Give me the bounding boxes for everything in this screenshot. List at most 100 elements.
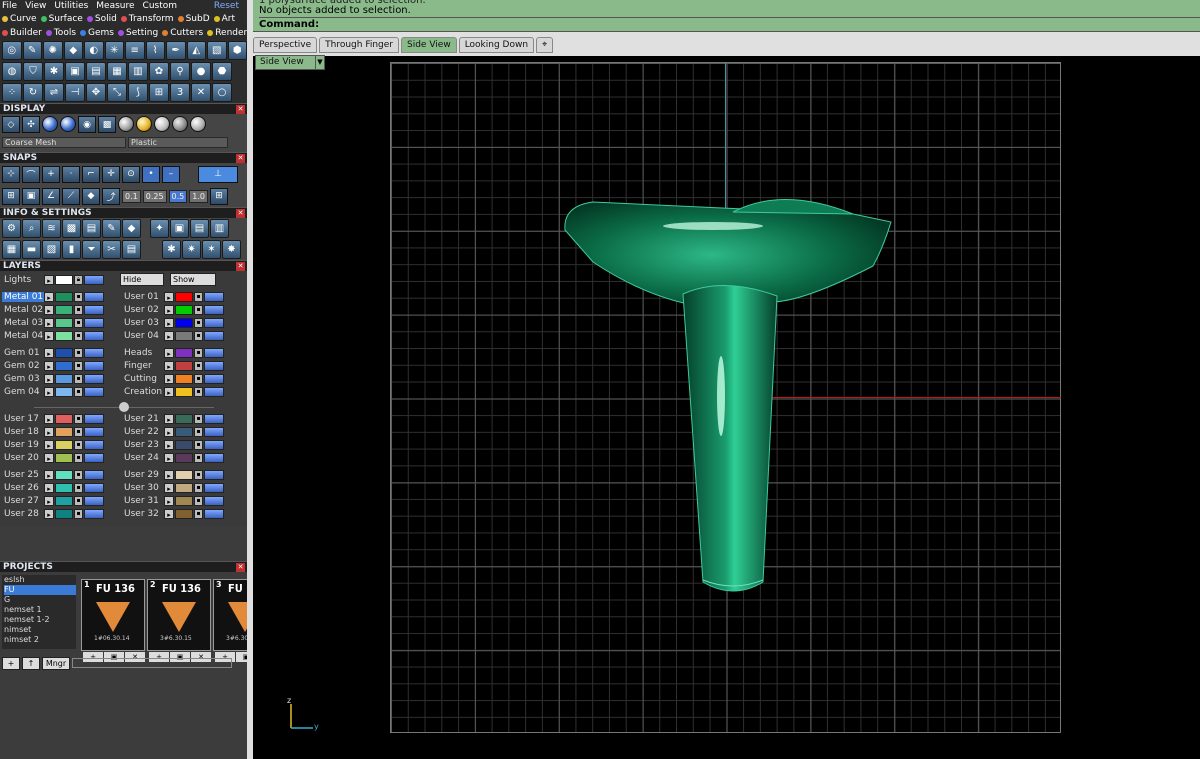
layer-arrow-icon[interactable]: ▸ (44, 304, 54, 315)
lock-icon[interactable]: ▪ (194, 495, 203, 506)
layer-visibility-toggle[interactable] (84, 360, 104, 371)
layer-row[interactable]: Gem 01 ▸ ▪ (2, 346, 122, 359)
command-prompt[interactable]: Command: (259, 17, 1200, 30)
layer-row[interactable]: User 27 ▸ ▪ (2, 494, 122, 507)
layer-visibility-toggle[interactable] (204, 291, 224, 302)
layers-icon[interactable]: ≋ (42, 219, 61, 238)
layer-swatch[interactable] (175, 452, 193, 463)
project-list-item[interactable]: nemset 1-2 (4, 615, 76, 625)
rotate-icon[interactable]: ↻ (23, 83, 43, 102)
project-slider[interactable] (72, 658, 232, 668)
material-ball-3-icon[interactable] (154, 116, 170, 132)
lock-icon[interactable]: ▪ (194, 508, 203, 519)
shape-icon[interactable]: ◐ (84, 41, 104, 60)
tab-cutters[interactable]: Cutters (162, 28, 203, 38)
menu-measure[interactable]: Measure (96, 1, 134, 11)
project-thumbnail[interactable]: 1 FU 136 1#06.30.14 (81, 579, 145, 651)
lock-icon[interactable]: ▪ (74, 373, 83, 384)
menu-custom[interactable]: Custom (143, 1, 177, 11)
layer-arrow-icon[interactable]: ▸ (164, 330, 174, 341)
tab-through-finger[interactable]: Through Finger (319, 37, 399, 53)
layer-swatch[interactable] (55, 291, 73, 302)
add-viewport-icon[interactable]: ⌖ (536, 37, 554, 53)
grid-icon[interactable]: ▦ (107, 62, 127, 81)
layer-swatch[interactable] (175, 426, 193, 437)
reset-button[interactable]: Reset (214, 1, 239, 11)
viewport-canvas[interactable]: z y (253, 56, 1200, 759)
layer-row[interactable]: Metal 03 ▸ ▪ (2, 316, 122, 329)
lock-icon[interactable]: ▪ (194, 413, 203, 424)
diamond-icon[interactable]: ◆ (63, 41, 83, 60)
layer-swatch[interactable] (175, 386, 193, 397)
tab-render[interactable]: Render (207, 28, 247, 38)
project-list-item[interactable]: nimset 2 (4, 635, 76, 645)
layer-swatch[interactable] (175, 495, 193, 506)
image-icon[interactable]: ▧ (207, 41, 227, 60)
project-list[interactable]: eslsh FU Gnemset 1 nemset 1-2 nimset nimset 2 (2, 575, 76, 649)
sheet-icon[interactable]: ▤ (122, 240, 141, 259)
figure-icon[interactable]: ✱ (162, 240, 181, 259)
lock-icon[interactable]: ▪ (194, 386, 203, 397)
layer-visibility-toggle[interactable] (204, 482, 224, 493)
layer-row[interactable]: User 30 ▸ ▪ (122, 481, 242, 494)
snap-grid2-icon[interactable]: ⊞ (210, 187, 229, 205)
snap-value-0-5[interactable]: 0.5 (168, 189, 188, 203)
ring-icon[interactable]: ◍ (2, 62, 22, 81)
material-select[interactable]: Plastic (128, 137, 228, 148)
layer-visibility-toggle[interactable] (204, 469, 224, 480)
lock-icon[interactable]: ▪ (194, 426, 203, 437)
plane-snap-icon[interactable]: ◆ (82, 187, 100, 205)
tab-art[interactable]: Art (213, 14, 235, 24)
project-list-item[interactable]: nemset 1 (4, 605, 76, 615)
layer-arrow-icon[interactable]: ▸ (164, 413, 174, 424)
layer-row[interactable]: Metal 01 ▸ ▪ (2, 290, 122, 303)
settings-icon[interactable]: ⚙ (2, 219, 21, 238)
lights-arrow-icon[interactable]: ▸ (44, 274, 54, 285)
layer-row[interactable]: User 21 ▸ ▪ (122, 412, 242, 425)
layer-row[interactable]: Metal 04 ▸ ▪ (2, 329, 122, 342)
project-thumbnail[interactable]: 2 FU 136 3#6.30.15 (147, 579, 211, 651)
lights-visible[interactable] (84, 274, 104, 285)
snap-cross-icon[interactable]: + (42, 165, 60, 183)
burst-icon[interactable]: ✺ (43, 41, 63, 60)
material-ball-1-icon[interactable] (118, 116, 134, 132)
layer-arrow-icon[interactable]: ▸ (44, 426, 54, 437)
layer-row[interactable]: User 02 ▸ ▪ (122, 303, 242, 316)
project-list-item[interactable]: eslsh (4, 575, 76, 585)
layer-swatch[interactable] (175, 360, 193, 371)
tiles-icon[interactable]: ▦ (2, 240, 21, 259)
layer-arrow-icon[interactable]: ▸ (164, 426, 174, 437)
paint-icon[interactable]: ◭ (186, 41, 206, 60)
copy-icon[interactable]: ▥ (128, 62, 148, 81)
layer-row[interactable]: Heads ▸ ▪ (122, 346, 242, 359)
menu-file[interactable]: File (2, 1, 17, 11)
layer-swatch[interactable] (55, 439, 73, 450)
layer-visibility-toggle[interactable] (84, 469, 104, 480)
layer-visibility-toggle[interactable] (84, 482, 104, 493)
layer-arrow-icon[interactable]: ▸ (44, 413, 54, 424)
wrench-icon[interactable]: ✎ (22, 41, 42, 60)
layer-arrow-icon[interactable]: ▸ (44, 347, 54, 358)
project-list-item[interactable]: FU (4, 585, 76, 595)
pen-icon[interactable]: ✒ (166, 41, 186, 60)
cube-snap-icon[interactable]: ▣ (22, 187, 40, 205)
tab-builder[interactable]: Builder (2, 28, 42, 38)
bag-icon[interactable]: ▣ (65, 62, 85, 81)
lock-icon[interactable]: ▪ (74, 291, 83, 302)
layer-arrow-icon[interactable]: ▸ (164, 386, 174, 397)
tab-tools[interactable]: Tools (45, 28, 76, 38)
shield-icon[interactable]: ⛉ (23, 62, 43, 81)
layer-row[interactable]: User 22 ▸ ▪ (122, 425, 242, 438)
tab-curve[interactable]: Curve (2, 14, 37, 24)
layer-visibility-toggle[interactable] (204, 386, 224, 397)
layer-visibility-toggle[interactable] (204, 347, 224, 358)
layer-arrow-icon[interactable]: ▸ (164, 508, 174, 519)
mirror-icon[interactable]: ⇌ (44, 83, 64, 102)
frame-icon[interactable]: ▣ (170, 219, 189, 238)
layer-visibility-toggle[interactable] (204, 360, 224, 371)
tab-side-view[interactable]: Side View (401, 37, 457, 53)
project-list-item[interactable]: G (4, 595, 76, 605)
layer-visibility-toggle[interactable] (84, 508, 104, 519)
filter-icon[interactable]: ⏷ (82, 240, 101, 259)
layer-swatch[interactable] (175, 482, 193, 493)
